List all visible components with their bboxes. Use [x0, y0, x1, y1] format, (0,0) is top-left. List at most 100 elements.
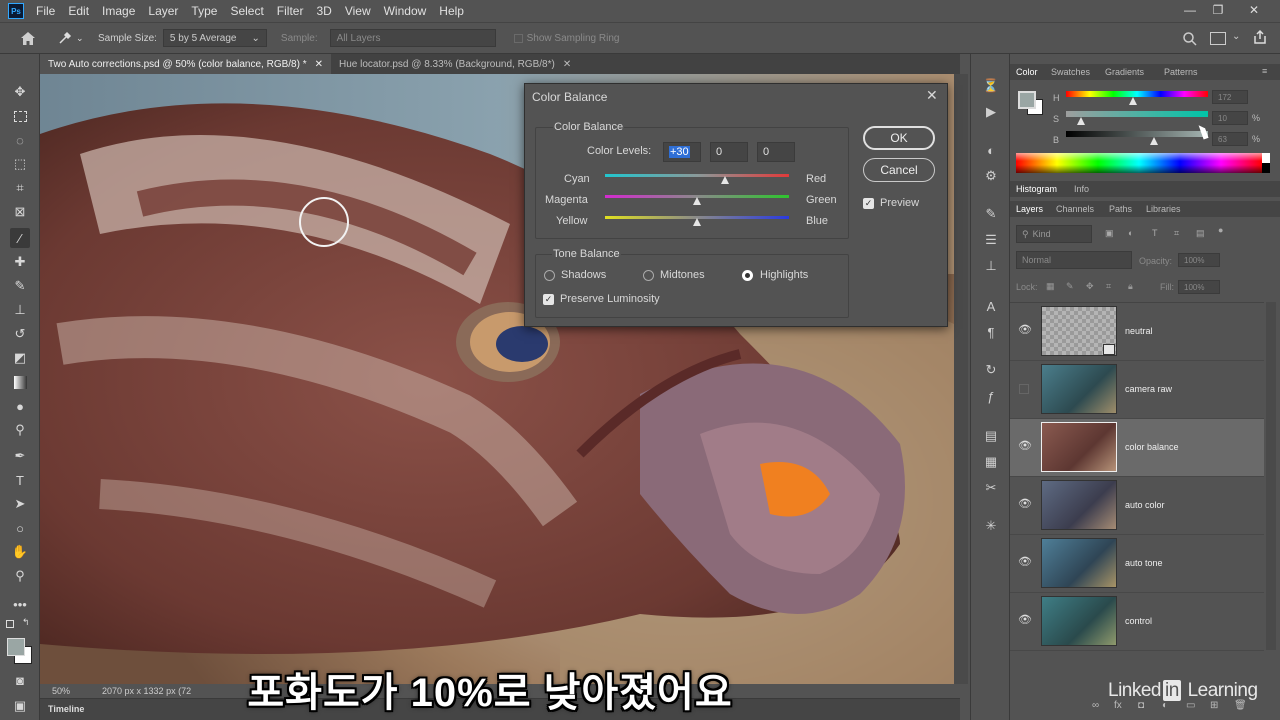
hue-value[interactable]: 172: [1212, 90, 1248, 104]
ok-button[interactable]: OK: [863, 126, 935, 150]
share-icon[interactable]: [1252, 29, 1268, 45]
filter-smart-object-icon[interactable]: ▤: [1196, 228, 1205, 239]
vertical-scrollbar[interactable]: [954, 74, 968, 684]
timeline-history-icon[interactable]: ↻: [981, 360, 1001, 380]
brightness-value[interactable]: 63: [1212, 132, 1248, 146]
saturation-slider-thumb[interactable]: [1077, 117, 1085, 125]
visibility-eye-icon[interactable]: 👁︎: [1018, 325, 1032, 336]
sample-select[interactable]: All Layers: [329, 29, 496, 47]
preview-checkbox[interactable]: ✓: [863, 198, 874, 209]
fx-styles-icon[interactable]: ƒ: [981, 386, 1001, 406]
filter-adjustment-icon[interactable]: ◐: [1128, 228, 1133, 238]
properties-icon[interactable]: ⚙: [981, 166, 1001, 186]
history-brush-tool-icon[interactable]: ↺: [10, 324, 30, 344]
blend-mode-select[interactable]: Normal: [1016, 251, 1132, 269]
tab-libraries[interactable]: Libraries: [1146, 204, 1181, 214]
swap-colors-icon[interactable]: ↰: [22, 617, 30, 628]
brightness-slider-thumb[interactable]: [1150, 137, 1158, 145]
lock-all-icon[interactable]: 🔒︎: [1128, 281, 1133, 292]
layer-row-control[interactable]: 👁︎ control: [1010, 593, 1264, 651]
menu-layer[interactable]: Layer: [148, 4, 178, 18]
close-tab-icon[interactable]: ✕: [315, 59, 323, 70]
tab-swatches[interactable]: Swatches: [1051, 67, 1090, 77]
healing-brush-tool-icon[interactable]: ✚: [10, 252, 30, 272]
tab-layers[interactable]: Layers: [1016, 204, 1043, 214]
panel-menu-icon[interactable]: ≡: [1262, 66, 1267, 76]
more-tools-icon[interactable]: •••: [10, 594, 30, 614]
opacity-input[interactable]: 100%: [1178, 253, 1220, 267]
visibility-eye-icon[interactable]: 👁︎: [1018, 615, 1032, 626]
default-colors-icon[interactable]: [6, 620, 14, 628]
sliders-icon[interactable]: ☰: [981, 230, 1001, 250]
saturation-slider[interactable]: [1066, 111, 1208, 117]
gradient-tool-icon[interactable]: [10, 372, 30, 392]
ellipse-tool-icon[interactable]: ○: [10, 518, 30, 538]
zoom-tool-icon[interactable]: ⚲: [10, 566, 30, 586]
menu-edit[interactable]: Edit: [68, 4, 89, 18]
color-spectrum-ramp[interactable]: [1016, 153, 1262, 173]
menu-type[interactable]: Type: [191, 4, 217, 18]
hand-tool-icon[interactable]: ✋: [10, 542, 30, 562]
eyedropper-tool-icon[interactable]: ⌄: [58, 28, 92, 48]
filter-type-icon[interactable]: T: [1152, 228, 1158, 238]
menu-file[interactable]: File: [36, 4, 55, 18]
magenta-green-slider-thumb[interactable]: [693, 197, 701, 205]
visibility-eye-icon[interactable]: 👁︎: [1018, 557, 1032, 568]
eyedropper-tool-icon[interactable]: ⁄: [10, 228, 30, 248]
lock-position-icon[interactable]: ✥: [1086, 281, 1094, 292]
search-icon[interactable]: [1182, 31, 1198, 47]
layer-row-auto-tone[interactable]: 👁︎ auto tone: [1010, 535, 1264, 593]
clone-source-icon[interactable]: ⊥: [981, 256, 1001, 276]
notes-icon[interactable]: ▦: [981, 452, 1001, 472]
menu-view[interactable]: View: [345, 4, 371, 18]
menu-select[interactable]: Select: [230, 4, 263, 18]
move-tool-icon[interactable]: ✥: [10, 82, 30, 102]
paragraph-icon[interactable]: ¶: [981, 322, 1001, 342]
chevron-down-icon[interactable]: ⌄: [1232, 31, 1240, 42]
cyan-red-slider-thumb[interactable]: [720, 176, 729, 184]
tab-histogram[interactable]: Histogram: [1016, 184, 1057, 194]
tab-patterns[interactable]: Patterns: [1164, 67, 1198, 77]
preserve-luminosity-checkbox[interactable]: ✓: [543, 294, 554, 305]
minimize-button[interactable]: —: [1176, 0, 1204, 20]
close-window-button[interactable]: ✕: [1240, 0, 1268, 20]
filter-toggle-icon[interactable]: ●: [1218, 225, 1223, 235]
3d-icon[interactable]: ✳: [981, 516, 1001, 536]
blur-tool-icon[interactable]: ●: [10, 396, 30, 416]
history-icon[interactable]: ⏳: [981, 76, 1001, 96]
tab-info[interactable]: Info: [1074, 184, 1089, 194]
yellow-blue-level-input[interactable]: 0: [757, 142, 795, 162]
layer-row-auto-color[interactable]: 👁︎ auto color: [1010, 477, 1264, 535]
brush-tool-icon[interactable]: ✎: [10, 276, 30, 296]
lock-image-icon[interactable]: ✎: [1066, 281, 1074, 292]
foreground-color-swatch[interactable]: [1018, 91, 1036, 109]
pen-tool-icon[interactable]: ✒: [10, 446, 30, 466]
clone-stamp-tool-icon[interactable]: ⊥: [10, 300, 30, 320]
workspace-icon[interactable]: [1210, 32, 1226, 45]
crop-tool-icon[interactable]: ⌗: [10, 178, 30, 198]
actions-play-icon[interactable]: ▶: [981, 102, 1001, 122]
layer-row-color-balance[interactable]: 👁︎ color balance: [1010, 419, 1264, 477]
visibility-eye-icon[interactable]: 👁︎: [1018, 499, 1032, 510]
foreground-color-swatch[interactable]: [7, 638, 25, 656]
menu-image[interactable]: Image: [102, 4, 135, 18]
tools-presets-icon[interactable]: ✂: [981, 478, 1001, 498]
brush-settings-icon[interactable]: ✎: [981, 204, 1001, 224]
link-layers-icon[interactable]: ∞: [1092, 700, 1099, 711]
tab-gradients[interactable]: Gradients: [1105, 67, 1144, 77]
tab-color[interactable]: Color: [1016, 67, 1038, 77]
dodge-tool-icon[interactable]: ⚲: [10, 420, 30, 440]
filter-pixel-icon[interactable]: ▣: [1105, 228, 1114, 239]
brightness-slider[interactable]: [1066, 131, 1208, 137]
document-tab-inactive[interactable]: Hue locator.psd @ 8.33% (Background, RGB…: [331, 54, 579, 74]
adjustments-icon[interactable]: ◐: [981, 140, 1001, 160]
magenta-green-level-input[interactable]: 0: [710, 142, 748, 162]
cancel-button[interactable]: Cancel: [863, 158, 935, 182]
midtones-radio[interactable]: [643, 270, 654, 281]
highlights-radio[interactable]: [742, 270, 753, 281]
close-tab-icon[interactable]: ✕: [563, 59, 571, 70]
lock-artboard-icon[interactable]: ⌗: [1106, 281, 1111, 292]
frame-tool-icon[interactable]: ⊠: [10, 202, 30, 222]
saturation-value[interactable]: 10: [1212, 111, 1248, 125]
show-sampling-ring-checkbox[interactable]: [513, 33, 523, 43]
